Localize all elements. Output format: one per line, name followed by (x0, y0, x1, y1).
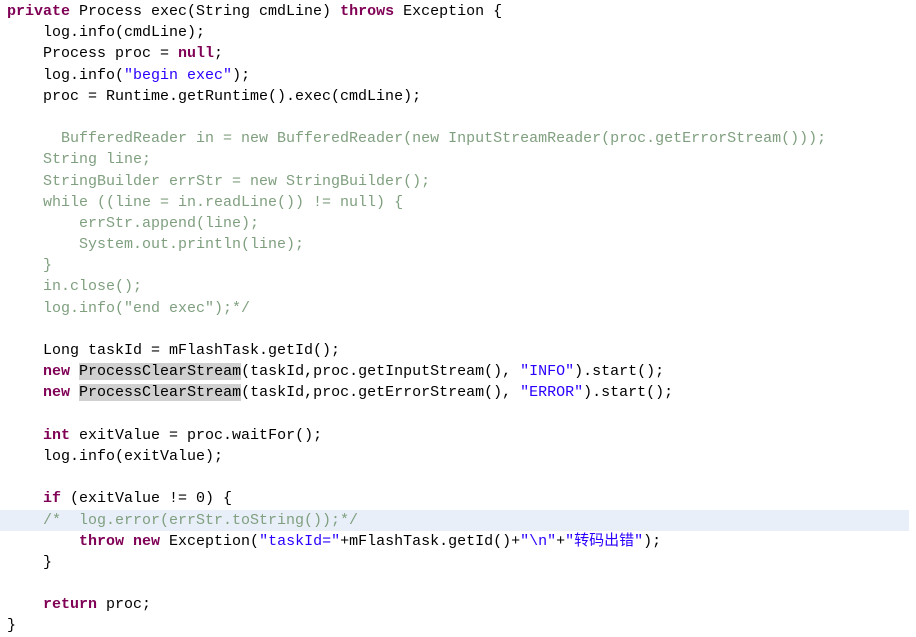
code-token: Long taskId = mFlashTask.getId(); (7, 342, 341, 359)
code-line[interactable]: } (0, 552, 916, 573)
code-token: (taskId,proc.getInputStream(), (241, 363, 521, 381)
code-token: ); (643, 532, 662, 550)
code-line[interactable]: throw new Exception("taskId="+mFlashTask… (0, 531, 916, 552)
code-token: null (178, 45, 215, 63)
code-line[interactable]: log.info("end exec");*/ (0, 298, 916, 319)
code-token: "begin exec" (124, 66, 233, 84)
code-token: + (556, 532, 566, 550)
code-token: Exception { (394, 3, 503, 20)
code-token: StringBuilder errStr = new StringBuilder… (7, 172, 431, 190)
code-line[interactable]: String line; (0, 149, 916, 170)
code-editor-viewport[interactable]: private Process exec(String cmdLine) thr… (0, 0, 916, 634)
code-token: while ((line = in.readLine()) != null) { (7, 193, 404, 211)
code-line[interactable]: int exitValue = proc.waitFor(); (0, 425, 916, 446)
code-token: ).start(); (574, 363, 665, 381)
code-token: throws (340, 3, 395, 20)
code-line[interactable]: new ProcessClearStream(taskId,proc.getIn… (0, 361, 916, 382)
code-token: System.out.println(line); (7, 236, 305, 254)
code-token: "INFO" (520, 363, 575, 381)
code-token: "ERROR" (520, 384, 584, 402)
code-line[interactable]: /* log.error(errStr.toString());*/ (0, 509, 909, 531)
code-token: (taskId,proc.getErrorStream(), (241, 384, 521, 402)
code-line[interactable]: while ((line = in.readLine()) != null) { (0, 192, 916, 213)
code-line[interactable]: return proc; (0, 594, 916, 615)
code-token: new (43, 384, 71, 402)
code-line[interactable]: new ProcessClearStream(taskId,proc.getEr… (0, 382, 916, 403)
code-token: ).start(); (583, 384, 674, 402)
code-line[interactable]: in.close(); (0, 276, 916, 297)
code-token: } (7, 617, 17, 635)
code-token: log.info(cmdLine); (7, 24, 206, 42)
code-token: +mFlashTask.getId()+ (340, 532, 521, 550)
code-line[interactable]: Process proc = null; (0, 43, 916, 64)
code-token: exitValue = proc.waitFor(); (70, 426, 323, 444)
code-token: ); (232, 66, 251, 84)
code-line[interactable]: } (0, 615, 916, 636)
code-token: proc = Runtime.getRuntime().exec(cmdLine… (7, 87, 422, 105)
code-token: } (7, 553, 53, 571)
code-token: new (43, 363, 71, 381)
code-line[interactable] (0, 107, 916, 128)
code-line[interactable]: System.out.println(line); (0, 234, 916, 255)
code-line[interactable]: log.info("begin exec"); (0, 65, 916, 86)
code-token: int (43, 426, 71, 444)
occurrence-highlight-token: ProcessClearStream (79, 384, 242, 402)
code-token: (exitValue != 0) { (61, 490, 233, 508)
code-line[interactable] (0, 319, 916, 340)
code-line[interactable]: StringBuilder errStr = new StringBuilder… (0, 171, 916, 192)
code-token: /* log.error(errStr.toString());*/ (7, 511, 359, 529)
code-token: log.info("end exec");*/ (7, 299, 251, 317)
code-line[interactable]: Long taskId = mFlashTask.getId(); (0, 340, 916, 361)
code-token: log.info( (7, 66, 125, 84)
code-token: proc; (97, 596, 152, 614)
code-token: errStr.append(line); (7, 214, 260, 232)
code-line[interactable]: log.info(cmdLine); (0, 22, 916, 43)
code-token: in.close(); (7, 278, 143, 296)
code-line[interactable]: } (0, 255, 916, 276)
code-token: BufferedReader in = new BufferedReader(n… (7, 130, 827, 148)
code-text-area[interactable]: private Process exec(String cmdLine) thr… (0, 1, 916, 637)
code-token: } (7, 257, 53, 275)
code-token: "\n" (520, 532, 557, 550)
code-line[interactable]: proc = Runtime.getRuntime().exec(cmdLine… (0, 86, 916, 107)
code-token: ; (214, 45, 224, 63)
code-token: String line; (7, 151, 152, 169)
code-line[interactable]: log.info(exitValue); (0, 446, 916, 467)
code-token: Exception( (160, 532, 260, 550)
code-token: throw new (79, 532, 161, 550)
code-line[interactable]: BufferedReader in = new BufferedReader(n… (0, 128, 916, 149)
code-token: private (7, 3, 71, 20)
code-line[interactable]: private Process exec(String cmdLine) thr… (0, 1, 916, 22)
code-token: "taskId=" (259, 532, 341, 550)
code-line[interactable]: if (exitValue != 0) { (0, 488, 916, 509)
code-line[interactable]: errStr.append(line); (0, 213, 916, 234)
code-token: log.info(exitValue); (7, 447, 224, 465)
code-line[interactable] (0, 404, 916, 425)
code-token: Process proc = (7, 45, 179, 63)
code-line[interactable] (0, 573, 916, 594)
code-token: Process exec(String cmdLine) (70, 3, 341, 20)
occurrence-highlight-token: ProcessClearStream (79, 363, 242, 381)
code-line[interactable] (0, 467, 916, 488)
code-token: return (43, 596, 98, 614)
code-token: "转码出错" (565, 532, 644, 550)
code-token: if (43, 490, 62, 508)
